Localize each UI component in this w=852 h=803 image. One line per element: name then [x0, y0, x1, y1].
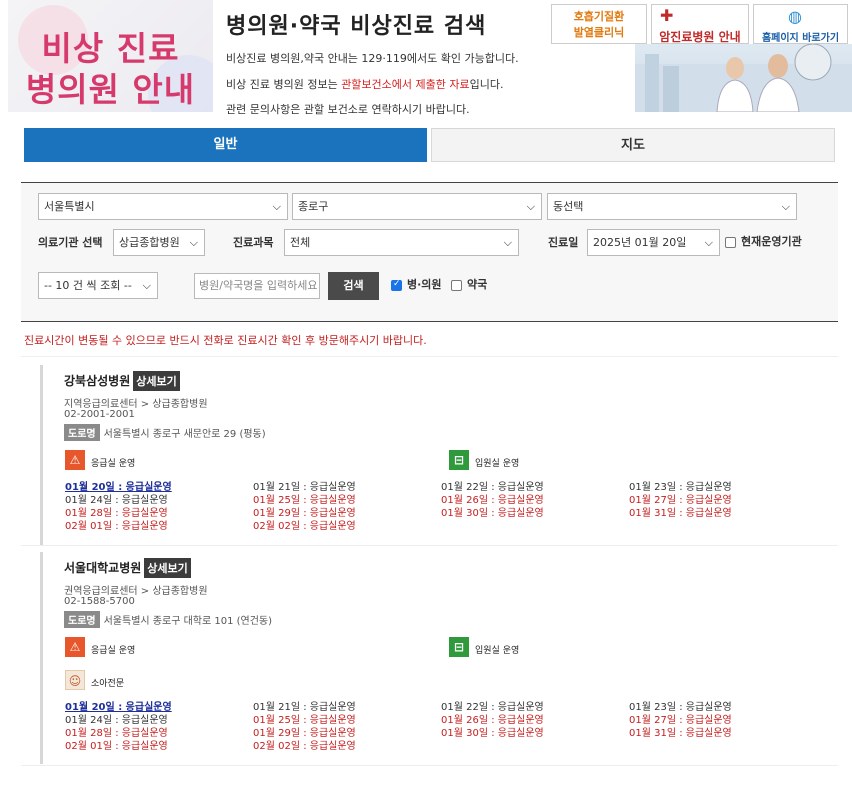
homepage-banner[interactable]: ◍ 홈페이지 바로가기: [753, 4, 848, 44]
divider: [21, 356, 838, 357]
desc-line2-c: 입니다.: [469, 78, 504, 91]
open-now-checkbox[interactable]: [725, 237, 736, 248]
doctor-photo: [635, 44, 852, 112]
department-select[interactable]: 전체 ⌵: [284, 229, 519, 256]
desc-line1: 비상진료 병의원,약국 안내는 129·119에서도 확인 가능합니다.: [226, 52, 519, 65]
pediatric-label: 소아전문: [91, 679, 125, 689]
pharmacy-checkbox[interactable]: [451, 280, 462, 291]
child-icon: ☺: [65, 670, 85, 690]
header: 비상 진료 병의원 안내 병의원·약국 비상진료 검색 비상진료 병의원,약국 …: [0, 0, 852, 120]
hospital-category: 지역응급의료센터 > 상급종합병원: [64, 399, 208, 410]
chevron-down-icon: ⌵: [189, 236, 198, 249]
pharmacy-checkbox-label: 약국: [467, 278, 488, 291]
hospital-phone: 02-1588-5700: [64, 596, 135, 607]
address-text: 서울특별시 종로구 새문안로 29 (평동): [103, 429, 266, 440]
banner1-line2: 발열클리닉: [573, 26, 625, 39]
bed-icon: ⊟: [449, 450, 469, 470]
date-label: 진료일: [548, 236, 579, 249]
chevron-down-icon: ⌵: [142, 279, 151, 292]
open-now-label: 현재운영기관: [741, 235, 802, 248]
doctor-photo-illustration: [635, 44, 852, 112]
hospital-address: 도로명 서울특별시 종로구 새문안로 29 (평동): [64, 424, 266, 441]
chevron-down-icon: ⌵: [272, 200, 281, 213]
page-size-select[interactable]: -- 10 건 씩 조회 -- ⌵: [38, 272, 158, 299]
city-select[interactable]: 서울특별시 ⌵: [38, 193, 288, 220]
date-select[interactable]: 2025년 01월 20일 ⌵: [587, 229, 720, 256]
banner3-label: 홈페이지 바로가기: [761, 33, 840, 44]
emergency-siren-icon: ⚠: [65, 637, 85, 657]
schedule-item: 02월 02일 : 응급실운영: [253, 741, 356, 752]
respiratory-clinic-banner[interactable]: 호흡기질환 발열클리닉: [551, 4, 647, 44]
hospital-address: 도로명 서울특별시 종로구 대학로 101 (연건동): [64, 611, 272, 628]
tab-map[interactable]: 지도: [431, 128, 835, 162]
schedule-item: 01월 31일 : 응급실운영: [629, 728, 732, 739]
hospital-checkbox-label: 병·의원: [407, 278, 442, 291]
schedule-item: 01월 30일 : 응급실운영: [441, 508, 544, 519]
cancer-hospital-banner[interactable]: ✚ 암진료병원 안내: [651, 4, 749, 44]
ward-status-label: 입원실 운영: [475, 646, 520, 656]
hospital-phone: 02-2001-2001: [64, 409, 135, 420]
result-card: 강북삼성병원 상세보기 지역응급의료센터 > 상급종합병원 02-2001-200…: [40, 365, 838, 545]
chevron-down-icon: ⌵: [781, 200, 790, 213]
district-select[interactable]: 종로구 ⌵: [292, 193, 542, 220]
address-text: 서울특별시 종로구 대학로 101 (연건동): [103, 616, 273, 627]
chevron-down-icon: ⌵: [503, 236, 512, 249]
dong-value: 동선택: [553, 200, 584, 213]
divider: [21, 545, 838, 546]
keyword-input[interactable]: 병원/약국명을 입력하세요: [194, 273, 320, 299]
bed-icon: ⊟: [449, 637, 469, 657]
divider: [21, 765, 838, 766]
hospital-icon: ✚: [660, 6, 674, 25]
date-value: 2025년 01월 20일: [593, 236, 687, 249]
detail-button[interactable]: 상세보기: [144, 558, 191, 578]
notice-text: 진료시간이 변동될 수 있으므로 반드시 전화로 진료시간 확인 후 방문해주시…: [24, 334, 427, 347]
chevron-down-icon: ⌵: [704, 236, 713, 249]
er-status-label: 응급실 운영: [91, 646, 136, 656]
department-value: 전체: [290, 236, 311, 249]
hospital-name: 서울대학교병원 상세보기: [64, 558, 191, 578]
road-name-badge: 도로명: [64, 424, 100, 441]
institution-type-value: 상급종합병원: [119, 236, 180, 249]
dong-select[interactable]: 동선택 ⌵: [547, 193, 797, 220]
hospital-name-text: 서울대학교병원: [64, 561, 142, 575]
city-value: 서울특별시: [44, 200, 95, 213]
institution-type-label: 의료기관 선택: [38, 236, 103, 249]
chevron-down-icon: ⌵: [526, 200, 535, 213]
ward-status-label: 입원실 운영: [475, 459, 520, 469]
institution-type-select[interactable]: 상급종합병원 ⌵: [113, 229, 205, 256]
emergency-siren-icon: ⚠: [65, 450, 85, 470]
hospital-name-text: 강북삼성병원: [64, 374, 131, 388]
homepage-icon: ◍: [788, 7, 802, 26]
road-name-badge: 도로명: [64, 611, 100, 628]
schedule-item: 02월 02일 : 응급실운영: [253, 521, 356, 532]
result-card: 서울대학교병원 상세보기 권역응급의료센터 > 상급종합병원 02-1588-57…: [40, 552, 838, 764]
desc-line2-a: 비상 진료 병의원 정보는: [226, 78, 342, 91]
desc-line3: 관련 문의사항은 관할 보건소로 연락하시기 바랍니다.: [226, 103, 470, 116]
emergency-logo: 비상 진료 병의원 안내: [8, 0, 213, 112]
schedule-item: 01월 31일 : 응급실운영: [629, 508, 732, 519]
keyword-placeholder: 병원/약국명을 입력하세요: [199, 279, 318, 292]
logo-text-line2: 병의원 안내: [25, 70, 196, 109]
schedule-item: 02월 01일 : 응급실운영: [65, 741, 168, 752]
department-label: 진료과목: [233, 236, 274, 249]
hospital-category: 권역응급의료센터 > 상급종합병원: [64, 586, 208, 597]
desc-line2: 비상 진료 병의원 정보는 관할보건소에서 제출한 자료입니다.: [226, 76, 503, 92]
schedule-item: 02월 01일 : 응급실운영: [65, 521, 168, 532]
schedule-item: 01월 30일 : 응급실운영: [441, 728, 544, 739]
er-status-label: 응급실 운영: [91, 459, 136, 469]
page-title: 병의원·약국 비상진료 검색: [226, 14, 487, 39]
detail-button[interactable]: 상세보기: [133, 371, 180, 391]
desc-line2-highlight: 관할보건소에서 제출한 자료: [341, 78, 470, 91]
banner1-line1: 호흡기질환: [573, 10, 625, 23]
banner-area: 호흡기질환 발열클리닉 ✚ 암진료병원 안내 ◍ 홈페이지 바로가기: [551, 4, 852, 112]
search-button[interactable]: 검색: [328, 272, 379, 300]
banner2-label: 암진료병원 안내: [659, 30, 741, 44]
hospital-checkbox[interactable]: [391, 279, 402, 291]
tab-general[interactable]: 일반: [24, 128, 427, 162]
page-size-value: -- 10 건 씩 조회 --: [44, 279, 132, 292]
district-value: 종로구: [298, 200, 329, 213]
search-panel: 서울특별시 ⌵ 종로구 ⌵ 동선택 ⌵ 의료기관 선택 상급종합병원 ⌵ 진료과목 전체…: [21, 182, 838, 322]
hospital-name: 강북삼성병원 상세보기: [64, 371, 180, 391]
